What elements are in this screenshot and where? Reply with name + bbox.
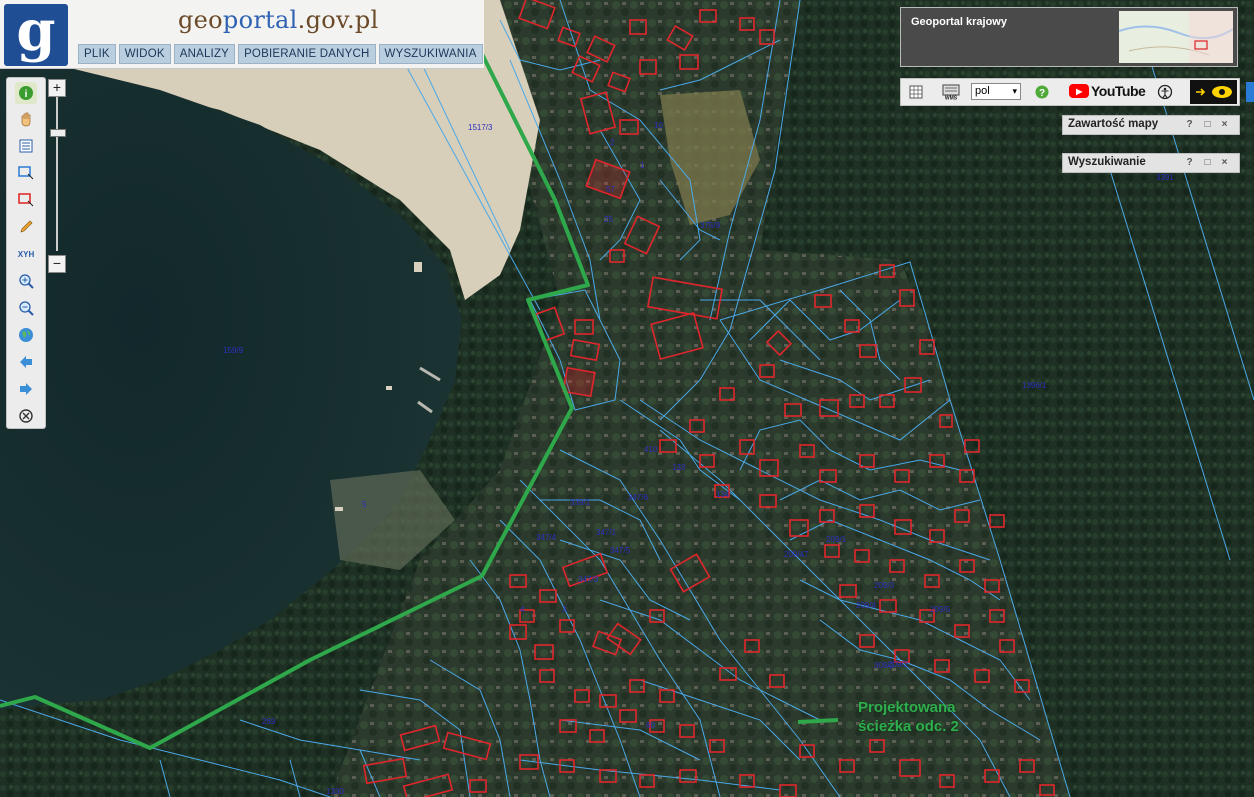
overview-map-label: Geoportal krajowy [911, 16, 1007, 28]
panel-close-button[interactable]: × [1218, 156, 1231, 169]
site-title[interactable]: geoportal.gov.pl [178, 6, 379, 34]
high-contrast-toggle[interactable] [1190, 80, 1237, 104]
search-panel[interactable]: Wyszukiwanie ? □ × [1062, 153, 1240, 173]
help-icon[interactable]: ? [1033, 83, 1051, 101]
zoom-in-icon[interactable] [15, 270, 37, 292]
wms-icon[interactable]: WMS [941, 83, 961, 101]
parcel-label: 57 [606, 185, 615, 194]
side-panel-toggle[interactable] [1246, 82, 1254, 102]
svg-text:WMS: WMS [945, 96, 958, 101]
main-menu: PLIK WIDOK ANALIZY POBIERANIE DANYCH WYS… [78, 44, 483, 64]
legend-path-sample [797, 718, 839, 724]
language-select[interactable]: pol ▾ [971, 83, 1021, 100]
zoom-plus-button[interactable]: + [48, 79, 66, 97]
overview-map-image[interactable] [1118, 11, 1234, 63]
parcel-label: 209/1 [826, 535, 847, 544]
parcel-label: 1 [640, 161, 645, 170]
pencil-icon[interactable] [15, 216, 37, 238]
utility-bar: WMS pol ▾ ? ▶ YouTube [900, 78, 1240, 106]
parcel-label: 134 [716, 490, 730, 499]
pan-hand-icon[interactable] [15, 108, 37, 130]
parcel-label: 209/3 [874, 581, 895, 590]
projected-path-label-line2: ścieżka odc. 2 [858, 718, 959, 735]
map-contents-panel[interactable]: Zawartość mapy ? □ × [1062, 115, 1240, 135]
chevron-down-icon: ▾ [1012, 86, 1017, 96]
app-header: g geoportal.gov.pl PLIK WIDOK ANALIZY PO… [0, 0, 484, 69]
parcel-label: 2 [610, 138, 615, 147]
parcel-label: 25 [604, 215, 613, 224]
geoportal-logo[interactable]: g [4, 0, 68, 66]
menu-wyszukiwania[interactable]: WYSZUKIWANIA [378, 44, 483, 64]
forward-arrow-icon[interactable] [15, 378, 37, 400]
site-title-post: .gov.pl [297, 6, 379, 34]
parcel-label: 1330 [326, 787, 344, 796]
projected-path-label-line1: Projektowana [858, 699, 956, 716]
youtube-label: YouTube [1091, 83, 1146, 99]
site-title-mid: portal [222, 6, 298, 34]
select-delete-icon[interactable] [15, 189, 37, 211]
language-value: pol [975, 85, 990, 97]
site-title-pre: geo [178, 6, 223, 34]
parcel-label: 133 [672, 463, 686, 472]
parcel-label: 3391 [1156, 173, 1174, 182]
panel-minimize-button[interactable]: □ [1201, 156, 1214, 169]
zoom-thumb[interactable] [50, 129, 66, 137]
panel-help-button[interactable]: ? [1183, 118, 1196, 131]
accessibility-icon[interactable] [1155, 83, 1175, 101]
panel-close-button[interactable]: × [1218, 118, 1231, 131]
xyh-icon[interactable]: XYH [15, 243, 37, 265]
zoom-slider[interactable]: + − [46, 77, 68, 273]
parcel-label: 60 [646, 721, 655, 730]
help-symbol: ? [1039, 88, 1045, 99]
parcel-label: 209/5 [930, 605, 951, 614]
menu-widok[interactable]: WIDOK [118, 44, 171, 64]
legend-icon[interactable] [15, 135, 37, 157]
zoom-minus-button[interactable]: − [48, 255, 66, 273]
menu-pobieranie-danych[interactable]: POBIERANIE DANYCH [238, 44, 376, 64]
parcel-label: 209/4 [856, 601, 877, 610]
parcel-label: 339/1 [570, 498, 591, 507]
parcel-label: 5 [362, 500, 367, 509]
parcel-label: 1517/3 [468, 123, 493, 132]
zoom-out-icon[interactable] [15, 297, 37, 319]
globe-icon[interactable] [15, 324, 37, 346]
info-icon[interactable]: i [15, 82, 37, 104]
parcel-label: 347/4 [536, 533, 557, 542]
parcel-label: 347/1 [596, 528, 617, 537]
map-toolbar: i XYH [6, 77, 46, 429]
parcel-label: 3 [562, 605, 567, 614]
youtube-play-icon: ▶ [1069, 84, 1089, 98]
panel-title: Wyszukiwanie [1068, 156, 1146, 168]
logo-letter: g [16, 0, 56, 64]
parcel-label: 4 [520, 605, 525, 614]
projected-path-label: Projektowana ścieżka odc. 2 [858, 698, 959, 736]
close-circle-icon[interactable] [15, 405, 37, 427]
overview-map[interactable]: Geoportal krajowy [900, 7, 1238, 67]
parcel-label: 309/2 [874, 661, 895, 670]
parcel-label: 269 [262, 717, 276, 726]
table-icon[interactable] [907, 83, 925, 101]
panel-minimize-button[interactable]: □ [1201, 118, 1214, 131]
youtube-link[interactable]: ▶ YouTube [1069, 83, 1146, 99]
panel-title: Zawartość mapy [1068, 118, 1159, 130]
parcel-label: 347/6 [628, 493, 649, 502]
parcel-label: 159/9 [223, 346, 244, 355]
parcel-label: 10 [654, 121, 663, 130]
parcel-label: 347/3 [578, 575, 599, 584]
zoom-track[interactable] [56, 97, 58, 251]
back-arrow-icon[interactable] [15, 351, 37, 373]
menu-analizy[interactable]: ANALIZY [173, 44, 236, 64]
menu-plik[interactable]: PLIK [78, 44, 116, 64]
parcel-label: 1396/1 [1022, 381, 1047, 390]
parcel-label: 347/5 [610, 546, 631, 555]
parcel-label: 209/47 [784, 550, 809, 559]
svg-text:i: i [25, 89, 28, 100]
select-rectangle-icon[interactable] [15, 162, 37, 184]
parcel-label: 375/9 [700, 221, 721, 230]
panel-help-button[interactable]: ? [1183, 156, 1196, 169]
parcel-label: 410 [644, 445, 658, 454]
